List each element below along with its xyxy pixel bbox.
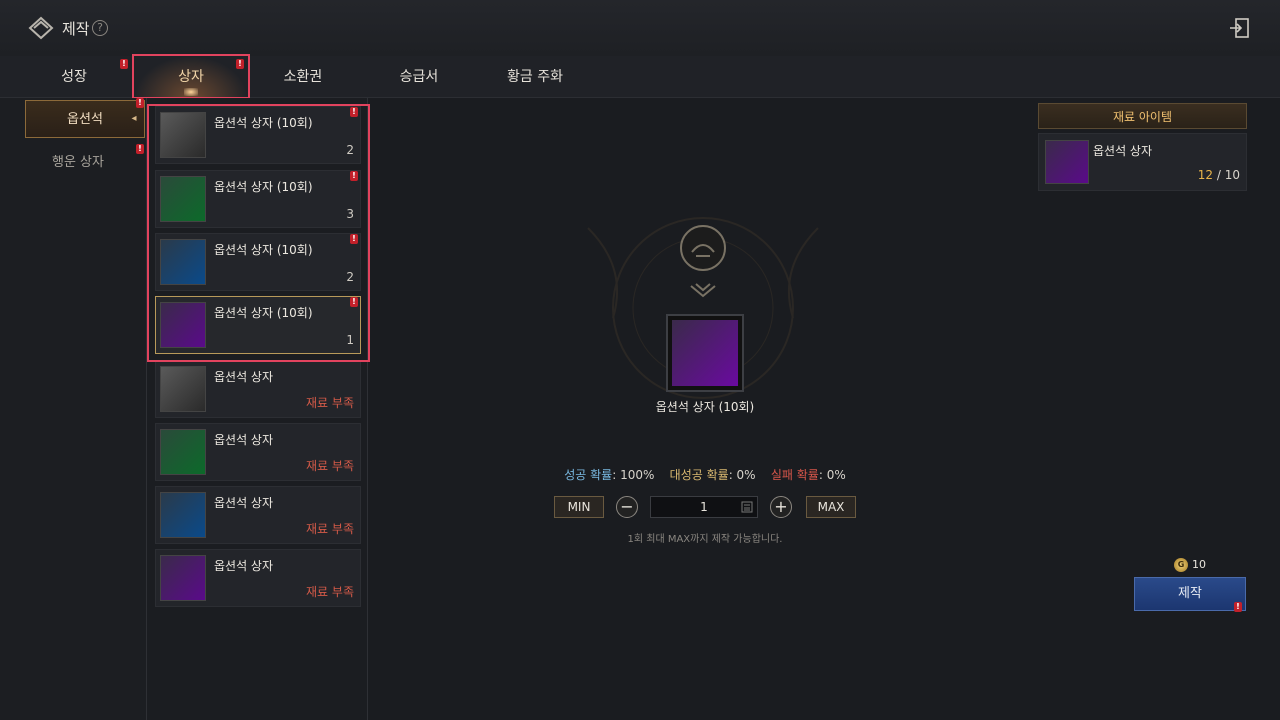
recipe-item[interactable]: 옵션석 상자 재료 부족 xyxy=(155,423,361,481)
page-title: 제작 xyxy=(62,20,90,38)
recipe-item[interactable]: 옵션석 상자 재료 부족 xyxy=(155,486,361,544)
tab-growth[interactable]: 성장 xyxy=(30,56,118,98)
chest-icon xyxy=(160,429,206,475)
category-tabs: 성장 ! 상자 ! 소환권 승급서 황금 주화 xyxy=(0,56,1280,98)
recipe-item[interactable]: 옵션석 상자 (10회) 2 ! xyxy=(155,106,361,164)
recipe-item-selected[interactable]: 옵션석 상자 (10회) 1 ! xyxy=(155,296,361,354)
tab-summon[interactable]: 소환권 xyxy=(258,56,348,98)
craft-button[interactable]: 제작 xyxy=(1134,577,1246,611)
notification-badge: ! xyxy=(1234,602,1242,612)
craft-rates: 성공 확률: 100% 대성공 확률: 0% 실패 확률: 0% xyxy=(564,468,846,482)
notification-badge: ! xyxy=(350,107,358,117)
gold-coin-icon: G xyxy=(1174,558,1188,572)
top-bar: 제작 ? xyxy=(0,0,1280,56)
material-panel: 재료 아이템 옵션석 상자 12 / 10 xyxy=(1038,103,1247,195)
sidebar-item-option-stone[interactable]: 옵션석 ◂ xyxy=(25,100,145,138)
calculator-icon[interactable] xyxy=(741,501,753,513)
notification-badge: ! xyxy=(136,98,144,108)
chest-icon xyxy=(160,112,206,158)
material-header: 재료 아이템 xyxy=(1038,103,1247,129)
tab-box[interactable]: 상자 xyxy=(134,56,248,98)
notification-badge: ! xyxy=(136,144,144,154)
quantity-stepper: MIN − 1 + MAX xyxy=(554,496,858,520)
craft-hint: 1회 최대 MAX까지 제작 가능합니다. xyxy=(627,534,783,545)
chevron-right-icon: ◂ xyxy=(131,113,137,124)
exit-icon[interactable] xyxy=(1228,17,1250,39)
material-item[interactable]: 옵션석 상자 12 / 10 xyxy=(1038,133,1247,191)
notification-badge: ! xyxy=(236,59,244,69)
help-icon[interactable]: ? xyxy=(92,20,108,36)
chest-icon xyxy=(160,239,206,285)
quantity-input[interactable]: 1 xyxy=(650,496,758,518)
material-count: 12 / 10 xyxy=(1197,168,1240,182)
chest-icon xyxy=(160,366,206,412)
max-button[interactable]: MAX xyxy=(806,496,856,518)
chest-icon xyxy=(1045,140,1089,184)
chest-icon xyxy=(160,302,206,348)
chest-icon xyxy=(160,555,206,601)
notification-badge: ! xyxy=(120,59,128,69)
sidebar: 옵션석 ◂ ! 행운 상자 ! xyxy=(0,98,146,720)
active-tab-glow xyxy=(184,88,198,96)
result-item-icon xyxy=(666,314,744,392)
recipe-item[interactable]: 옵션석 상자 재료 부족 xyxy=(155,549,361,607)
notification-badge: ! xyxy=(350,297,358,307)
notification-badge: ! xyxy=(350,171,358,181)
recipe-list: 옵션석 상자 (10회) 2 ! 옵션석 상자 (10회) 3 ! 옵션석 상자… xyxy=(146,98,368,720)
chest-icon xyxy=(160,492,206,538)
minus-button[interactable]: − xyxy=(616,496,638,518)
notification-badge: ! xyxy=(350,234,358,244)
tab-promotion[interactable]: 승급서 xyxy=(374,56,464,98)
crafting-logo-icon xyxy=(28,16,54,40)
tab-gold-coin[interactable]: 황금 주화 xyxy=(490,56,580,98)
recipe-item[interactable]: 옵션석 상자 재료 부족 xyxy=(155,360,361,418)
recipe-item[interactable]: 옵션석 상자 (10회) 2 ! xyxy=(155,233,361,291)
result-item-name: 옵션석 상자 (10회) xyxy=(655,400,755,414)
recipe-item[interactable]: 옵션석 상자 (10회) 3 ! xyxy=(155,170,361,228)
craft-detail: 옵션석 상자 (10회) 성공 확률: 100% 대성공 확률: 0% 실패 확… xyxy=(368,98,1028,720)
plus-button[interactable]: + xyxy=(770,496,792,518)
chest-icon xyxy=(160,176,206,222)
min-button[interactable]: MIN xyxy=(554,496,604,518)
sidebar-item-luck-box[interactable]: 행운 상자 xyxy=(18,144,138,182)
